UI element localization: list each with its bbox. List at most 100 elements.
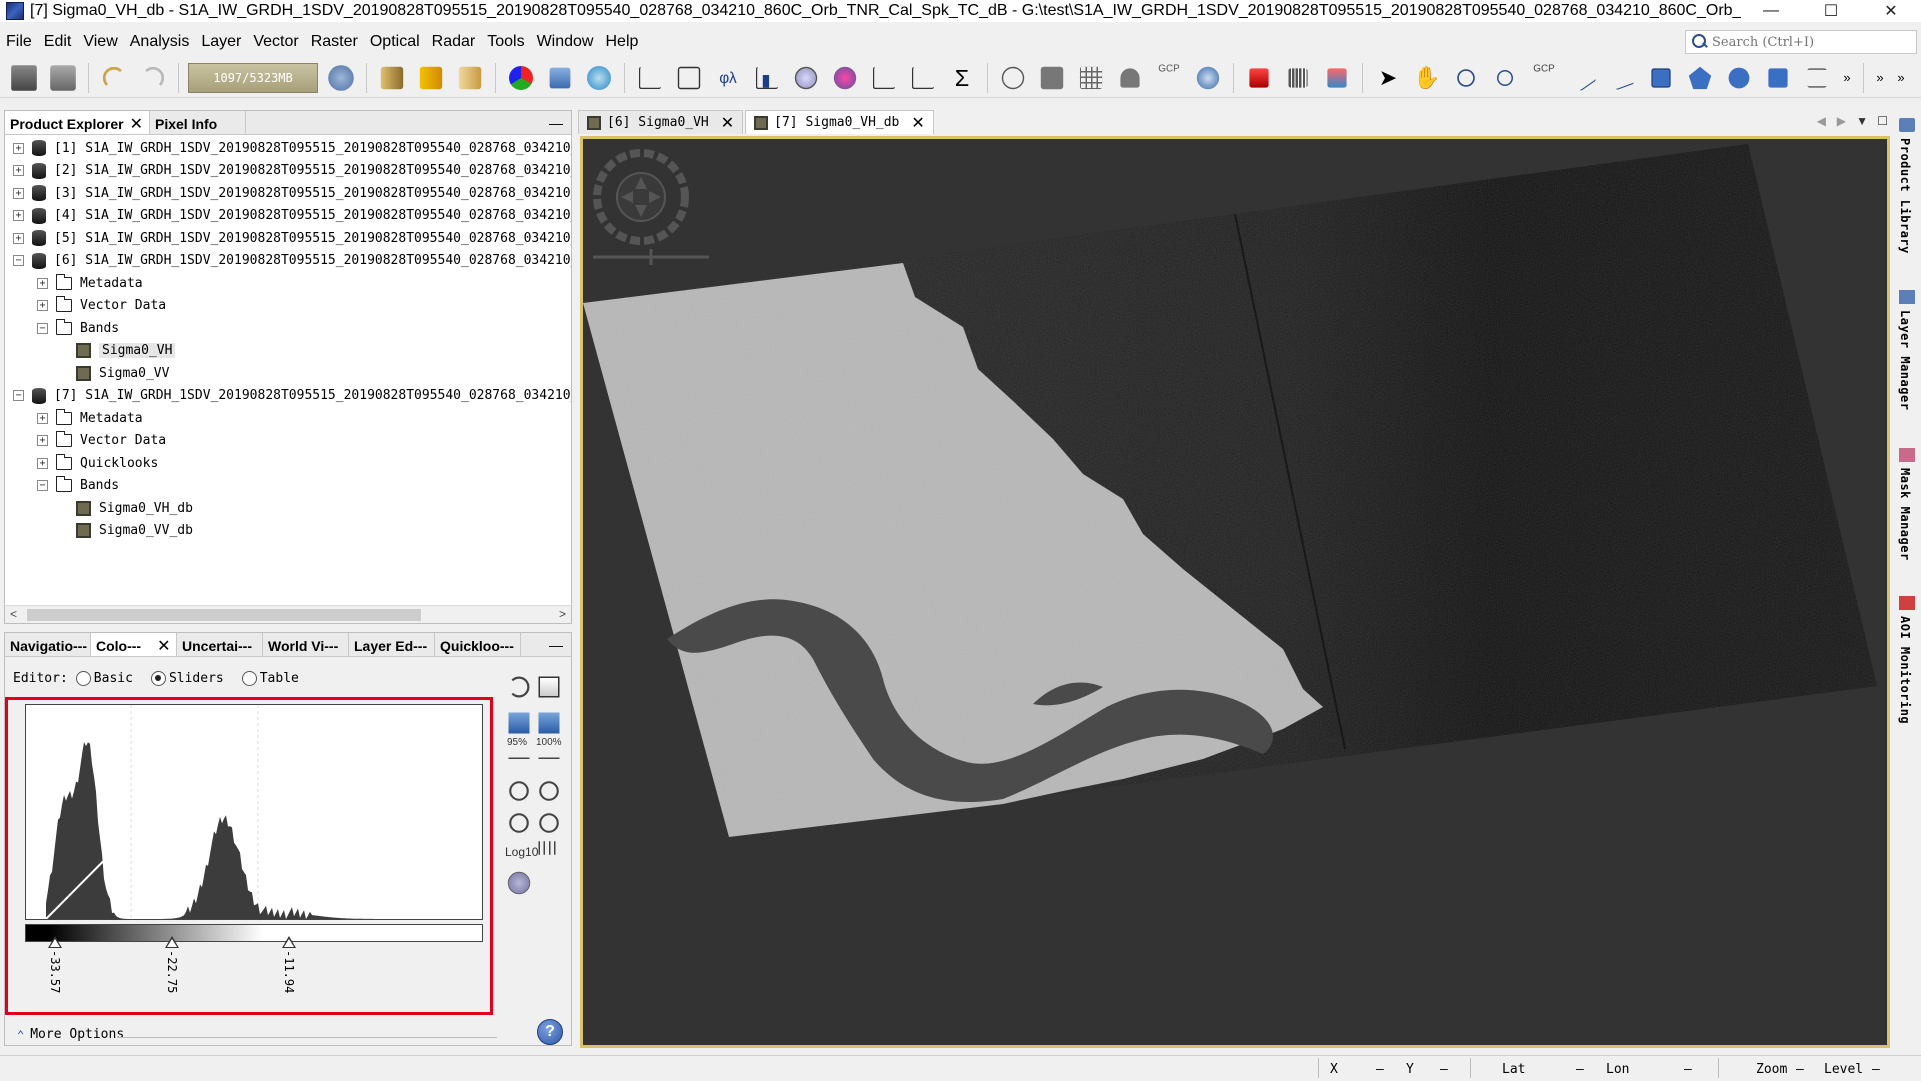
editor-table-option[interactable]: Table <box>241 671 299 686</box>
tab-navigation[interactable]: Navigatio--- <box>5 633 91 656</box>
scrollbar-thumb[interactable] <box>27 609 421 621</box>
tree-product-node[interactable]: − [7] S1A_IW_GRDH_1SDV_20190828T095515_20… <box>5 385 571 408</box>
tab-quicklooks[interactable]: Quickloo--- <box>435 633 521 656</box>
insert-figure-icon[interactable] <box>1768 67 1788 88</box>
tree-product-node[interactable]: − [6] S1A_IW_GRDH_1SDV_20190828T095515_20… <box>5 250 571 273</box>
tab-list-icon[interactable]: ▼ <box>1856 114 1868 128</box>
expand-icon[interactable]: + <box>37 435 48 447</box>
draw-ellipse-icon[interactable] <box>1728 67 1750 88</box>
expand-icon[interactable]: + <box>37 412 48 424</box>
redo-icon[interactable] <box>141 66 165 89</box>
tab-world-view[interactable]: World Vi--- <box>263 633 349 656</box>
bands-yellow-icon[interactable] <box>419 66 443 89</box>
minimize-button[interactable]: — <box>1741 0 1801 22</box>
range-95-icon[interactable] <box>508 747 530 759</box>
menu-file[interactable]: File <box>0 33 38 51</box>
import-palette-icon[interactable] <box>508 712 530 734</box>
expand-icon[interactable]: + <box>13 187 24 199</box>
tab-aoi-monitoring[interactable]: AOI Monitoring <box>1898 616 1912 724</box>
menu-optical[interactable]: Optical <box>364 33 426 51</box>
distribute-sliders-icon[interactable] <box>538 841 560 855</box>
garbage-collect-icon[interactable] <box>328 64 354 91</box>
collapse-icon[interactable]: − <box>37 322 48 334</box>
range-finder-icon[interactable] <box>1807 67 1827 88</box>
menu-tools[interactable]: Tools <box>481 33 530 51</box>
tab-mask-manager[interactable]: Mask Manager <box>1898 468 1912 561</box>
tab-colour-manipulation[interactable]: Colo--- ✕ <box>91 633 177 656</box>
tree-product-node[interactable]: + [3] S1A_IW_GRDH_1SDV_20190828T095515_20… <box>5 182 571 205</box>
world-wind-icon[interactable] <box>587 65 611 90</box>
tree-folder-node[interactable]: + Metadata <box>5 272 571 295</box>
scatter-globe-icon[interactable] <box>833 66 857 89</box>
radio-table[interactable] <box>241 671 257 686</box>
tree-band-node[interactable]: Sigma0_VV_db <box>5 520 571 543</box>
pin-placing-icon[interactable] <box>1497 69 1513 86</box>
tab-pixel-info[interactable]: Pixel Info <box>150 111 246 134</box>
menu-edit[interactable]: Edit <box>38 33 78 51</box>
band-maths-icon[interactable] <box>380 66 404 89</box>
tab-layer-manager[interactable]: Layer Manager <box>1898 310 1912 410</box>
undo-icon[interactable] <box>102 66 126 89</box>
minimize-panel-button[interactable]: — <box>549 637 563 653</box>
histogram-icon[interactable] <box>755 66 779 89</box>
expand-icon[interactable]: + <box>37 277 48 289</box>
slider-value-label[interactable]: -22.75 <box>165 950 179 993</box>
draw-line-icon[interactable] <box>1569 64 1597 91</box>
multi-apply-icon[interactable] <box>538 676 560 698</box>
colour-slider-handle[interactable] <box>164 936 179 948</box>
pin-manager-icon[interactable] <box>1120 67 1140 88</box>
more-options-toggle[interactable]: ⌃ More Options <box>17 1027 124 1042</box>
colour-gradient-bar[interactable] <box>25 924 483 942</box>
tree-band-node[interactable]: Sigma0_VH <box>5 340 571 363</box>
slider-value-label[interactable]: -33.57 <box>48 950 62 993</box>
scroll-left-icon[interactable]: < <box>10 607 17 621</box>
scroll-tabs-right-icon[interactable]: ▶ <box>1837 114 1846 128</box>
graticule-icon[interactable] <box>1079 66 1103 89</box>
tile-grid-icon[interactable] <box>1288 67 1308 88</box>
export-palette-icon[interactable] <box>538 712 560 734</box>
colour-slider-handle[interactable] <box>47 936 62 948</box>
layers-icon[interactable] <box>549 67 571 88</box>
colour-slider-handle[interactable] <box>281 936 296 948</box>
expand-icon[interactable]: + <box>13 232 24 244</box>
expand-icon[interactable]: + <box>37 300 48 312</box>
range-100-icon[interactable] <box>538 747 560 759</box>
expand-icon[interactable]: + <box>13 165 24 177</box>
scroll-right-icon[interactable]: > <box>559 607 566 621</box>
select-tool-icon[interactable]: ➤ <box>1372 62 1404 94</box>
navigation-control[interactable] <box>593 149 709 265</box>
horizontal-scrollbar[interactable]: < > <box>5 605 571 623</box>
draw-polygon-icon[interactable] <box>1688 66 1712 89</box>
open-product-icon[interactable] <box>11 64 37 91</box>
rgb-image-icon[interactable] <box>509 65 533 90</box>
menu-window[interactable]: Window <box>531 33 600 51</box>
world-map-icon[interactable] <box>1196 66 1220 89</box>
gcp-manager-icon[interactable]: GCP <box>1155 63 1184 92</box>
zoom-out-horizontal-icon[interactable] <box>539 813 559 833</box>
histogram-plot[interactable] <box>25 704 483 920</box>
tree-folder-node[interactable]: − Bands <box>5 317 571 340</box>
collapse-icon[interactable]: − <box>13 255 24 267</box>
zoom-tool-icon[interactable] <box>1457 68 1475 87</box>
expand-icon[interactable]: + <box>37 457 48 469</box>
collapse-icon[interactable]: − <box>13 390 24 402</box>
overflow-toolbar-icon[interactable]: » <box>1894 62 1908 94</box>
menu-raster[interactable]: Raster <box>305 33 364 51</box>
image-view[interactable] <box>580 136 1890 1048</box>
zoom-in-vertical-icon[interactable] <box>509 781 529 801</box>
close-icon[interactable]: ✕ <box>721 113 734 133</box>
tab-view-sigma0-vh[interactable]: [6] Sigma0_VH ✕ <box>578 110 744 134</box>
save-product-icon[interactable] <box>50 64 76 91</box>
radio-sliders[interactable] <box>150 671 166 686</box>
menu-radar[interactable]: Radar <box>426 33 482 51</box>
reset-icon[interactable] <box>508 676 530 698</box>
menu-layer[interactable]: Layer <box>195 33 247 51</box>
gcp-placing-icon[interactable]: GCP <box>1530 63 1559 92</box>
profile-plot-icon[interactable] <box>872 66 896 89</box>
draw-rectangle-icon[interactable] <box>1651 67 1671 88</box>
minimize-panel-button[interactable]: — <box>549 115 563 131</box>
graph-icon[interactable] <box>638 66 662 89</box>
search-input[interactable] <box>1712 34 1902 50</box>
tree-folder-node[interactable]: + Vector Data <box>5 295 571 318</box>
help-button[interactable]: ? <box>537 1019 563 1045</box>
